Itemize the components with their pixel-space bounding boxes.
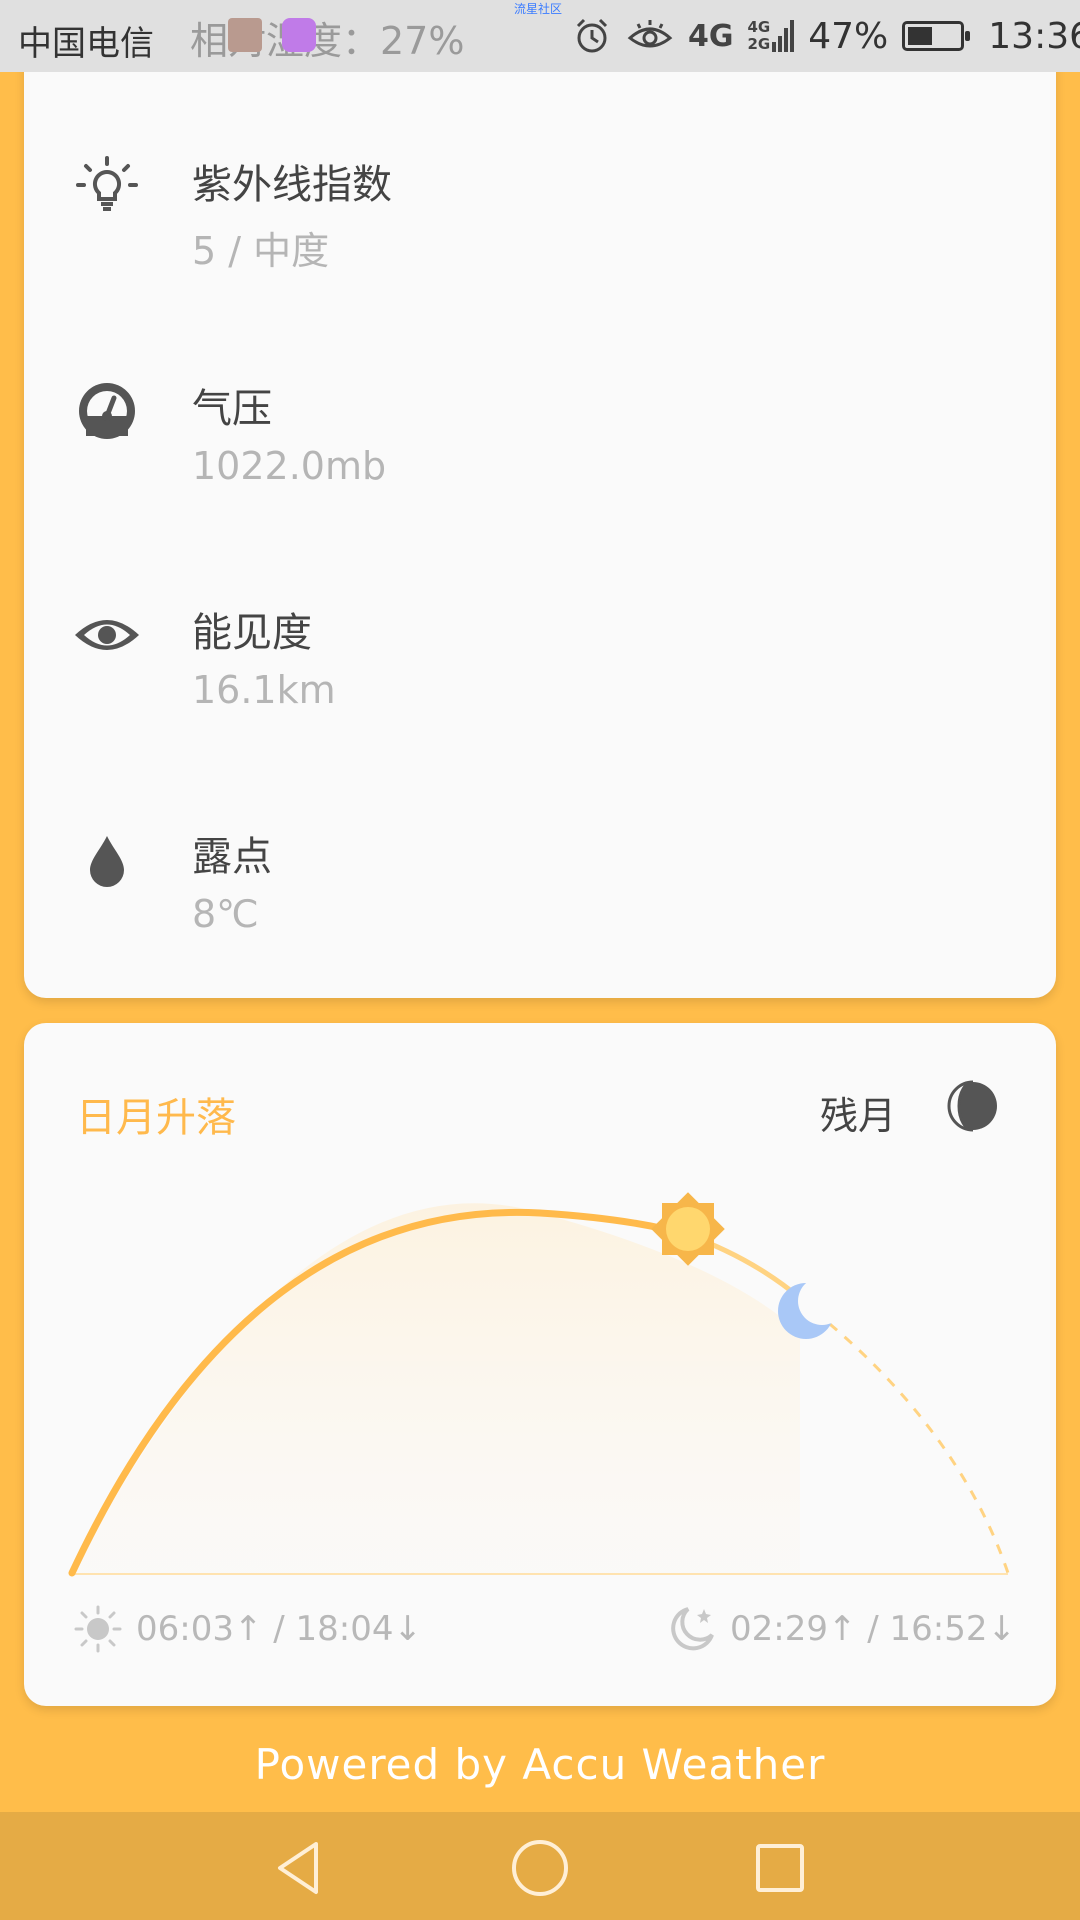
back-icon[interactable]: [268, 1836, 332, 1900]
eye-comfort-icon: [627, 20, 673, 48]
pressure-value: 1022.0mb: [192, 444, 387, 488]
uv-value: 5 / 中度: [192, 229, 330, 273]
eye-icon: [75, 620, 139, 650]
waning-moon-icon: [947, 1080, 997, 1132]
visibility-value: 16.1km: [192, 668, 336, 712]
sun-marker: [651, 1192, 725, 1266]
weather-details-card: 紫外线指数 5 / 中度 气压 1022.0mb 能见度 16.1km 露点 8…: [24, 40, 1056, 998]
dew-point-row: 露点 8℃: [24, 824, 1056, 1024]
clock: 13:36: [988, 15, 1080, 57]
sun-rise-set: 06:03↑ / 18:04↓: [72, 1603, 422, 1655]
sim2-network-top: 4G: [747, 18, 771, 36]
sun-times: 06:03↑ / 18:04↓: [136, 1609, 423, 1649]
status-bar: 中国电信 相对湿度：27% 流星社区 4G 4G 2G 47% 13:3: [0, 0, 1080, 72]
pressure-title: 气压: [192, 386, 272, 432]
moon-path-remaining: [813, 1309, 1010, 1574]
visibility-title: 能见度: [192, 610, 312, 656]
pressure-gauge-icon: [79, 383, 135, 439]
gallery-notification-icon: [282, 18, 316, 52]
home-icon[interactable]: [508, 1836, 572, 1900]
uv-title: 紫外线指数: [192, 162, 392, 208]
recents-icon[interactable]: [748, 1836, 812, 1900]
carrier-name: 中国电信: [18, 24, 154, 64]
sun-moon-title: 日月升落: [76, 1095, 236, 1141]
battery-percent: 47%: [808, 15, 889, 57]
notification-thumbnail: [228, 18, 262, 52]
pressure-row: 气压 1022.0mb: [24, 376, 1056, 576]
dual-sim-signal-icon: 4G 2G: [748, 18, 795, 54]
uv-index-row: 紫外线指数 5 / 中度: [24, 152, 1056, 352]
uv-bulb-icon: [76, 156, 138, 211]
sim2-network-bottom: 2G: [747, 35, 771, 53]
community-label: 流星社区: [514, 2, 563, 16]
moon-times: 02:29↑ / 16:52↓: [729, 1609, 1016, 1649]
visibility-row: 能见度 16.1km: [24, 600, 1056, 800]
sun-moon-arc-diagram: [68, 1192, 1010, 1577]
battery-icon: [902, 21, 971, 51]
system-nav-bar: [0, 1812, 1080, 1920]
alarm-icon: [576, 18, 608, 53]
dew-point-value: 8℃: [192, 892, 259, 936]
network-type: 4G: [688, 18, 734, 54]
moon-rise-set: 02:29↑ / 16:52↓: [666, 1603, 1016, 1655]
moon-phase-label: 残月: [819, 1094, 896, 1138]
moon-star-icon: [671, 1607, 714, 1651]
droplet-icon: [90, 836, 124, 887]
sun-moon-card: 日月升落 残月 06:03↑ / 18:04↓ 02:29↑ / 16:52↓: [24, 1023, 1056, 1706]
powered-by-footer: Powered by Accu Weather: [254, 1740, 826, 1789]
sun-icon: [74, 1605, 122, 1653]
dew-point-title: 露点: [192, 834, 272, 880]
